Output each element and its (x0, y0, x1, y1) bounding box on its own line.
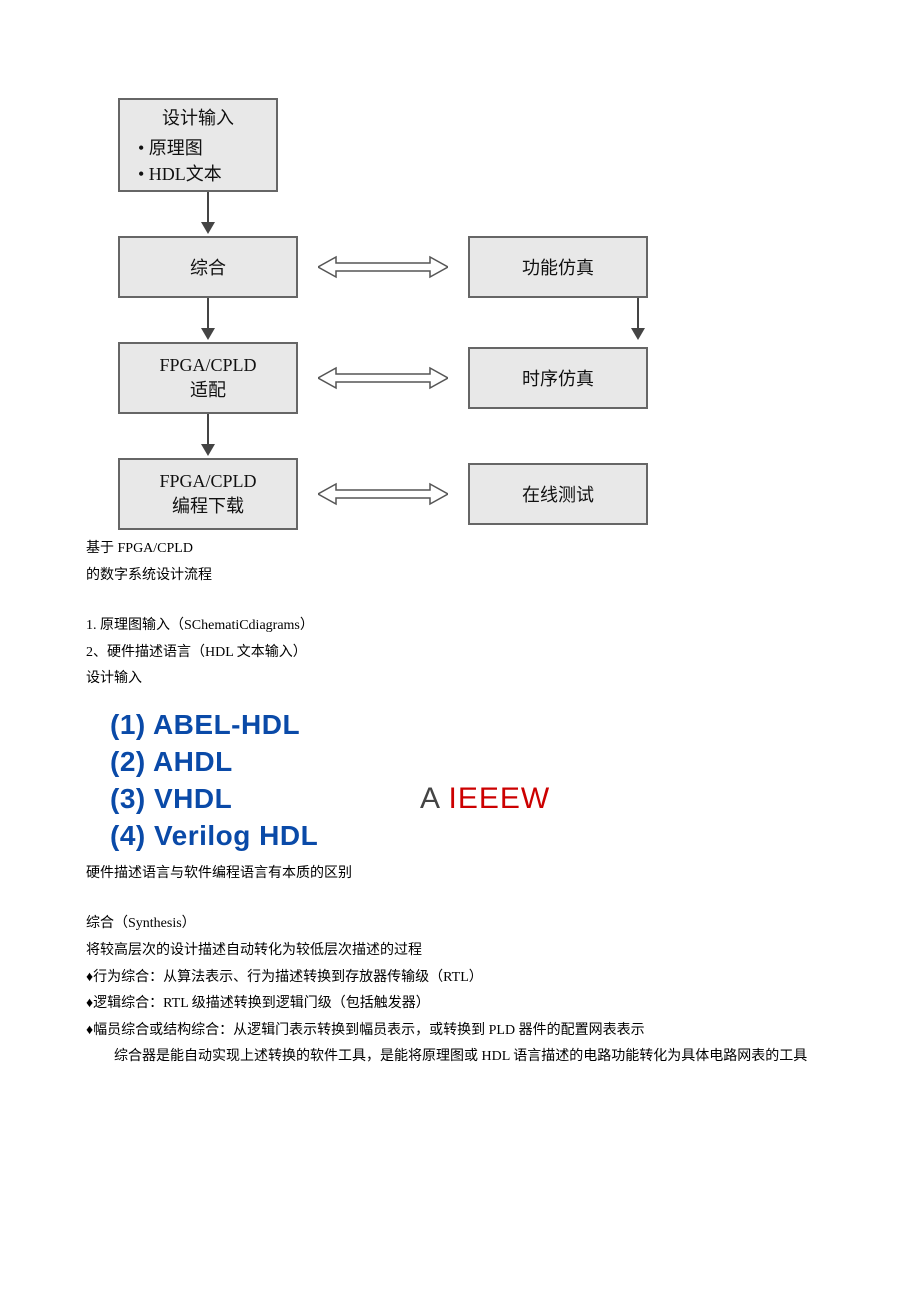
box-fit-line2: 适配 (190, 376, 226, 402)
ieee-w: IEEEW (449, 782, 551, 815)
box-fit-line1: FPGA/CPLD (159, 355, 256, 376)
flow-diagram: 设计输入 • 原理图 • HDL文本 综合 功能仿真 (118, 98, 648, 530)
double-arrow-icon (298, 481, 468, 507)
box-fit: FPGA/CPLD 适配 (118, 342, 298, 414)
box-design-input-title: 设计输入 (162, 104, 234, 130)
synth-title: 综合（Synthesis） (86, 911, 846, 938)
hdl-item-1: (1) ABEL-HDL (110, 707, 710, 744)
caption-line2: 的数字系统设计流程 (86, 563, 846, 590)
hdl-list: (1) ABEL-HDL (2) AHDL (3) VHDL (4) Veril… (110, 707, 710, 855)
input-method-1: 1. 原理图输入（SChematiCdiagrams） (86, 613, 846, 640)
ieee-mark: AIEEEW (420, 779, 550, 819)
synth-line5: 综合器是能自动实现上述转换的软件工具，是能将原理图或 HDL 语言描述的电路功能… (86, 1044, 846, 1071)
ieee-a: A (420, 782, 441, 815)
synth-line2: ♦行为综合：从算法表示、行为描述转换到存放器传输级（RTL） (86, 965, 846, 992)
box-program: FPGA/CPLD 编程下载 (118, 458, 298, 530)
box-design-input: 设计输入 • 原理图 • HDL文本 (118, 98, 278, 192)
hdl-item-4: (4) Verilog HDL (110, 818, 710, 855)
double-arrow-icon (298, 254, 468, 280)
box-online-test: 在线测试 (468, 463, 648, 525)
box-program-line2: 编程下载 (172, 492, 244, 518)
box-synthesis-label: 综合 (190, 254, 226, 280)
box-time-sim: 时序仿真 (468, 347, 648, 409)
caption-line1: 基于 FPGA/CPLD (86, 536, 846, 563)
synth-line1: 将较高层次的设计描述自动转化为较低层次描述的过程 (86, 938, 846, 965)
box-online-test-label: 在线测试 (522, 481, 594, 507)
hdl-item-2: (2) AHDL (110, 744, 710, 781)
input-method-2: 2、硬件描述语言（HDL 文本输入） (86, 640, 846, 667)
synth-line4: ♦幅员综合或结构综合：从逻辑门表示转换到幅员表示，或转换到 PLD 器件的配置网… (86, 1018, 846, 1045)
hdl-item-3: (3) VHDL (110, 781, 710, 818)
box-program-line1: FPGA/CPLD (159, 471, 256, 492)
box-func-sim: 功能仿真 (468, 236, 648, 298)
box-func-sim-label: 功能仿真 (522, 254, 594, 280)
box-design-input-line2: • HDL文本 (138, 160, 222, 186)
box-time-sim-label: 时序仿真 (522, 365, 594, 391)
input-heading: 设计输入 (86, 666, 846, 693)
synth-line3: ♦逻辑综合：RTL 级描述转换到逻辑门级（包括触发器） (86, 991, 846, 1018)
box-design-input-line1: • 原理图 (138, 134, 203, 160)
hdl-note: 硬件描述语言与软件编程语言有本质的区别 (86, 861, 846, 888)
double-arrow-icon (298, 365, 468, 391)
box-synthesis: 综合 (118, 236, 298, 298)
